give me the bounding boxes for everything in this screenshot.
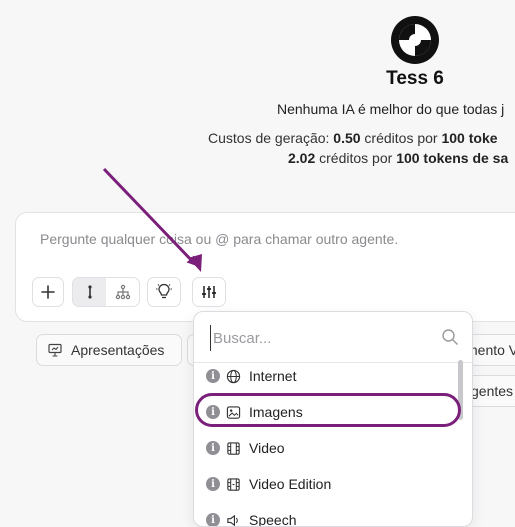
cost-line-output: 2.02 créditos por 100 tokens de sa (288, 150, 508, 166)
agent-name: Tess 6 (340, 68, 490, 90)
annotation-highlight (195, 393, 461, 427)
info-icon[interactable]: i (206, 477, 220, 491)
sliders-icon (201, 284, 217, 300)
menu-item-internet[interactable]: i Internet (194, 358, 456, 394)
menu-item-video-edition[interactable]: i Video Edition (194, 466, 456, 502)
agent-tagline: Nenhuma IA é melhor do que todas j (277, 101, 504, 117)
globe-icon (226, 369, 241, 384)
tools-search-input[interactable] (210, 325, 425, 351)
mode-toggle[interactable] (72, 277, 140, 307)
presentation-icon (47, 342, 63, 358)
search-icon[interactable] (441, 328, 459, 346)
mode-text-button[interactable] (73, 278, 106, 306)
info-icon[interactable]: i (206, 441, 220, 455)
prompt-input-placeholder[interactable]: Pergunte qualquer coisa ou @ para chamar… (40, 231, 398, 247)
info-icon[interactable]: i (206, 513, 220, 527)
menu-item-video[interactable]: i Video (194, 430, 456, 466)
tess-logo-icon (391, 16, 439, 64)
cost-line-input: Custos de geração: 0.50 créditos por 100… (208, 130, 498, 146)
text-cursor-icon (84, 284, 96, 300)
tools-button[interactable] (192, 277, 226, 307)
tools-menu: i Internet i Imagens i Video i Video Edi… (193, 311, 473, 527)
menu-item-speech[interactable]: i Speech (194, 502, 456, 527)
film-icon (226, 441, 241, 456)
mode-flow-button[interactable] (106, 278, 139, 306)
chip-apresentacoes[interactable]: Apresentações (36, 334, 182, 366)
info-icon[interactable]: i (206, 369, 220, 383)
add-button[interactable] (32, 277, 64, 307)
ideas-button[interactable] (147, 277, 181, 307)
speaker-icon (226, 513, 241, 527)
plus-icon (41, 285, 55, 299)
lightbulb-icon (155, 283, 173, 301)
film-edit-icon (226, 477, 241, 492)
hierarchy-icon (115, 284, 131, 300)
